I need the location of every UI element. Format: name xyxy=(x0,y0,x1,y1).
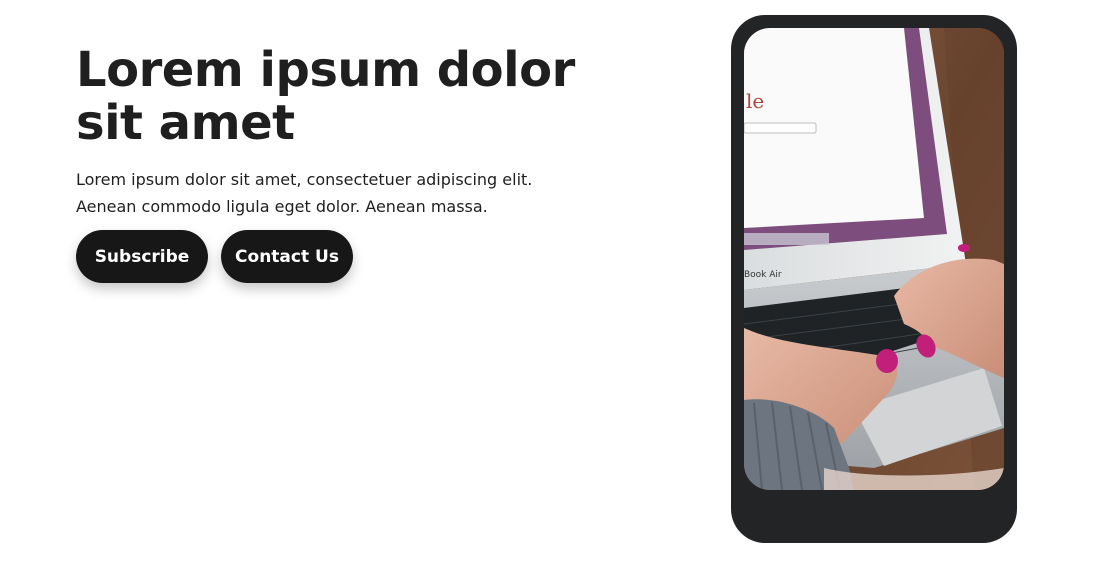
hero-title: Lorem ipsum dolor sit amet xyxy=(76,42,575,151)
laptop-typing-image: le Book Air xyxy=(744,28,1004,490)
svg-text:le: le xyxy=(746,89,764,113)
phone-mockup: le Book Air xyxy=(731,15,1017,543)
hero-description: Lorem ipsum dolor sit amet, consectetuer… xyxy=(76,170,533,216)
hero-section: Lorem ipsum dolor sit amet Lorem ipsum d… xyxy=(0,0,1119,561)
laptop-brand-text: Book Air xyxy=(744,270,782,280)
contact-us-button[interactable]: Contact Us xyxy=(221,230,353,283)
phone-screen: le Book Air xyxy=(744,28,1004,490)
subscribe-button[interactable]: Subscribe xyxy=(76,230,208,283)
